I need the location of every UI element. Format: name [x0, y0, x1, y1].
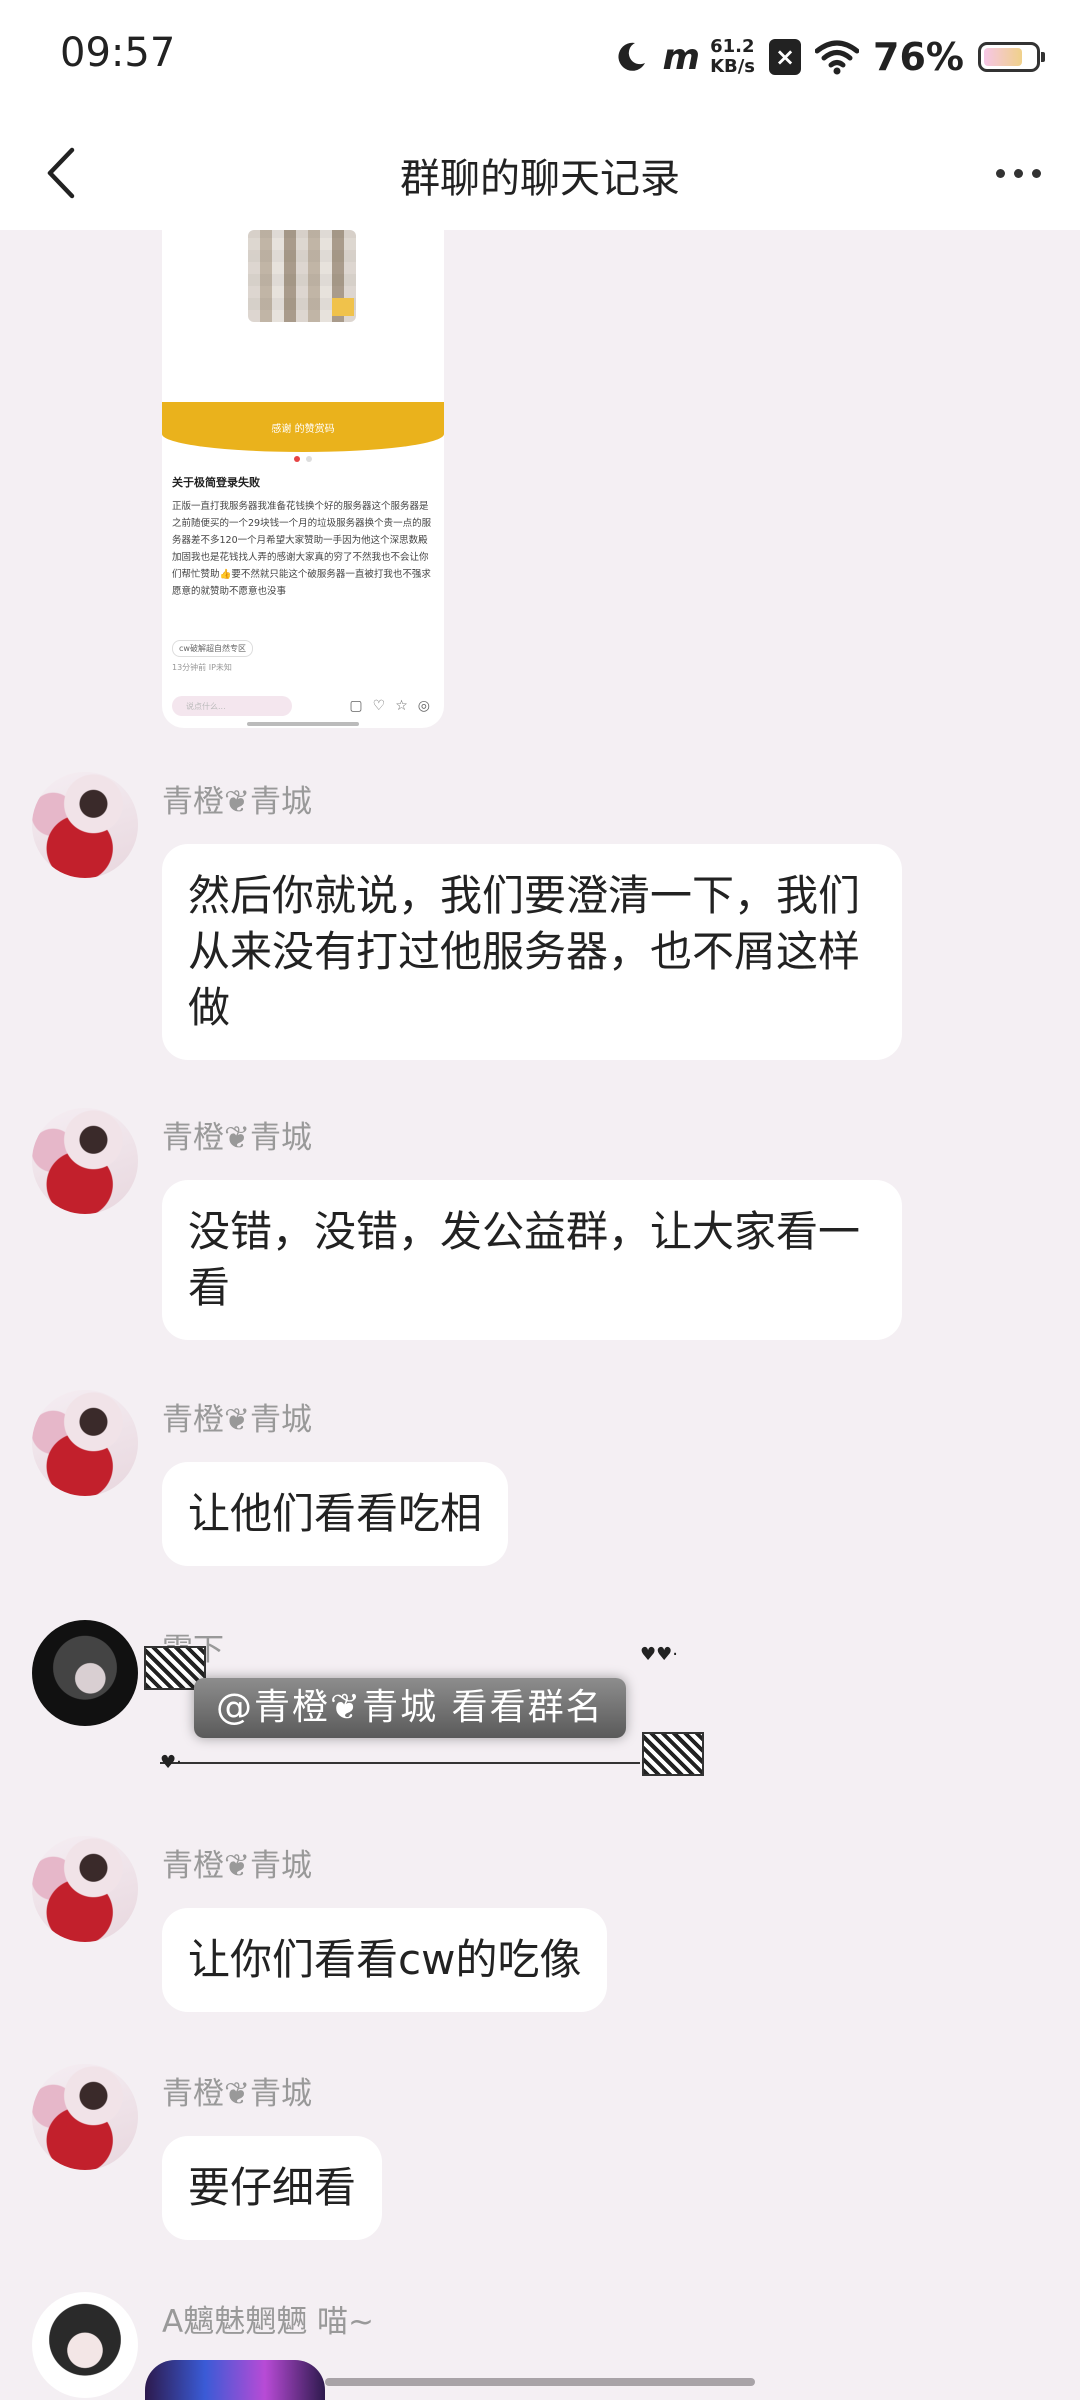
post-meta: 13分钟前 IP未知 — [172, 663, 232, 672]
message-bubble[interactable]: 没错，没错，发公益群，让大家看一看 — [162, 1180, 902, 1340]
sender-name: 青橙❦青城 — [162, 2076, 312, 2112]
moon-icon — [618, 42, 645, 71]
more-options-icon[interactable] — [984, 148, 1052, 198]
sticker-thumbnail — [642, 1732, 704, 1776]
hearts-decoration: ♥· — [160, 1752, 182, 1773]
post-title: 关于极简登录失败 — [172, 476, 260, 489]
network-speed-unit: KB/s — [710, 56, 756, 77]
comment-icon: ▢ — [349, 698, 363, 714]
chat-history[interactable]: 感谢 的赞赏码 关于极简登录失败 正版一直打我服务器我准备花钱换个好的服务器这个… — [0, 230, 1080, 2400]
share-icon: ◎ — [417, 698, 430, 714]
avatar[interactable] — [32, 2292, 138, 2398]
reward-code-band: 感谢 的赞赏码 — [162, 402, 444, 452]
clock: 09:57 — [60, 30, 176, 76]
message-bubble[interactable]: 让他们看看吃相 — [162, 1462, 509, 1566]
message-bubble[interactable]: 让你们看看cw的吃像 — [162, 1908, 608, 2012]
sender-name: 青橙❦青城 — [162, 1402, 312, 1438]
post-tag: cw破解超自然专区 — [172, 640, 253, 657]
avatar[interactable] — [32, 1620, 138, 1726]
star-icon: ☆ — [395, 698, 408, 714]
sender-name: 青橙❦青城 — [162, 1120, 312, 1156]
avatar[interactable] — [32, 1390, 138, 1496]
avatar[interactable] — [32, 1108, 138, 1214]
comment-input: 说点什么... — [172, 696, 292, 716]
post-body: 正版一直打我服务器我准备花钱换个好的服务器这个服务器是之前随便买的一个29块钱一… — [172, 501, 432, 597]
post-actions: ▢ ♡ ☆ ◎ — [349, 698, 430, 714]
battery-percent: 76% — [873, 35, 964, 79]
network-speed-value: 61.2 — [710, 36, 755, 57]
like-icon: ♡ — [372, 698, 386, 714]
sender-name: 青橙❦青城 — [162, 784, 312, 820]
carrier-m-icon: m — [662, 36, 700, 78]
avatar[interactable] — [32, 1836, 138, 1942]
carousel-dots — [162, 456, 444, 462]
battery-icon — [978, 42, 1045, 72]
shared-image-message[interactable]: 感谢 的赞赏码 关于极简登录失败 正版一直打我服务器我准备花钱换个好的服务器这个… — [162, 230, 444, 728]
top-app-bar: 群聊的聊天记录 — [0, 118, 1080, 230]
sticker-line — [160, 1762, 640, 1764]
sticker-message[interactable]: ♥♥· @青橙❦青城 看看群名 ♥· — [144, 1644, 704, 1800]
page-title: 群聊的聊天记录 — [400, 156, 680, 202]
image-handle — [247, 722, 359, 726]
status-icons: m 61.2 KB/s × 76% — [613, 32, 1045, 82]
sender-name: A魑魅魍魉 喵~ — [162, 2304, 375, 2340]
network-speed: 61.2 KB/s — [710, 37, 755, 77]
avatar[interactable] — [32, 2064, 138, 2170]
partial-sticker-message[interactable] — [145, 2360, 325, 2400]
pixel-accent — [332, 298, 354, 316]
message-bubble[interactable]: 然后你就说，我们要澄清一下，我们从来没有打过他服务器，也不屑这样做 — [162, 844, 902, 1060]
hearts-decoration: ♥♥· — [640, 1644, 678, 1665]
sticker-text: @青橙❦青城 看看群名 — [194, 1678, 626, 1738]
message-bubble[interactable]: 要仔细看 — [162, 2136, 383, 2240]
avatar[interactable] — [32, 772, 138, 878]
status-bar: 09:57 m 61.2 KB/s × 76% — [0, 0, 1080, 118]
wifi-icon — [815, 40, 860, 75]
sender-name: 青橙❦青城 — [162, 1848, 312, 1884]
no-sim-icon: × — [769, 39, 802, 75]
home-indicator[interactable] — [325, 2378, 755, 2386]
